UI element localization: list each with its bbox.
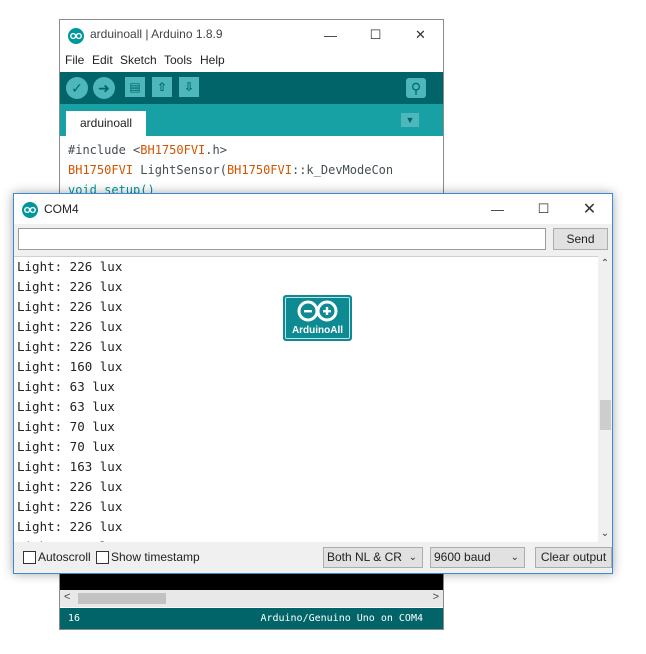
code-token: BH1750FVI <box>140 143 206 157</box>
serial-line: Light: 226 lux <box>17 319 123 334</box>
tab-menu-icon[interactable]: ▼ <box>401 113 419 127</box>
vertical-scrollbar[interactable]: ⌃ ⌄ <box>598 256 612 541</box>
serial-line: Light: 226 lux <box>17 339 123 354</box>
upload-icon[interactable]: ➜ <box>93 77 115 99</box>
serial-line: Light: 163 lux <box>17 459 123 474</box>
serial-line: Light: 63 lux <box>17 379 115 394</box>
baud-rate-value: 9600 baud <box>434 550 491 564</box>
serial-output-lines: Light: 226 lux Light: 226 lux Light: 226 l… <box>17 257 122 542</box>
serial-titlebar[interactable]: COM4 — ☐ ✕ <box>14 194 612 224</box>
save-sketch-icon[interactable]: ⇩ <box>179 77 199 97</box>
code-token: ::k_DevModeCon <box>291 163 394 177</box>
ide-tabbar: arduinoall ▼ <box>60 104 443 136</box>
code-token: BH1750FVI <box>68 163 134 177</box>
minimize-button[interactable]: — <box>308 20 353 50</box>
tab-arduinoall[interactable]: arduinoall <box>66 111 146 136</box>
line-ending-select[interactable]: Both NL & CR ⌄ <box>323 547 423 568</box>
autoscroll-label: Autoscroll <box>38 550 91 564</box>
code-token: #include < <box>68 143 141 157</box>
status-board: Arduino/Genuino Uno on COM4 <box>260 613 423 624</box>
ide-titlebar[interactable]: arduinoall | Arduino 1.8.9 — ☐ ✕ <box>60 20 443 50</box>
scrollbar-thumb[interactable] <box>78 593 166 604</box>
clear-output-button[interactable]: Clear output <box>535 547 612 568</box>
new-sketch-icon[interactable]: ▤ <box>125 77 145 97</box>
menu-sketch[interactable]: Sketch <box>120 53 157 67</box>
code-token: .h> <box>205 143 227 157</box>
baud-rate-select[interactable]: 9600 baud ⌄ <box>430 547 525 568</box>
menu-edit[interactable]: Edit <box>92 53 113 67</box>
arduino-logo-icon <box>68 28 84 44</box>
infinity-logo-icon <box>297 300 338 322</box>
chevron-down-icon: ⌄ <box>510 552 519 563</box>
serial-send-input[interactable] <box>18 228 546 250</box>
line-ending-value: Both NL & CR <box>327 550 402 564</box>
serial-line: Light: 226 lux <box>17 479 123 494</box>
scroll-right-icon[interactable]: > <box>433 591 439 603</box>
serial-line: Light: 226 lux <box>17 279 123 294</box>
scroll-down-icon[interactable]: ⌄ <box>598 528 612 539</box>
serial-bottom-bar: Autoscroll Show timestamp Both NL & CR ⌄… <box>14 542 612 573</box>
ide-menubar: File Edit Sketch Tools Help <box>60 50 443 72</box>
serial-monitor-icon[interactable]: ⚲ <box>406 78 426 98</box>
show-timestamp-checkbox[interactable] <box>96 551 109 564</box>
scroll-up-icon[interactable]: ⌃ <box>598 258 612 269</box>
ide-console <box>60 574 443 590</box>
menu-tools[interactable]: Tools <box>164 53 192 67</box>
menu-help[interactable]: Help <box>200 53 225 67</box>
minimize-button[interactable]: — <box>475 194 520 224</box>
serial-monitor-window: COM4 — ☐ ✕ Send Light: 226 lux Light: 226… <box>13 193 613 574</box>
maximize-button[interactable]: ☐ <box>353 20 398 50</box>
arduinoall-watermark-logo: ArduinoAll <box>283 295 352 341</box>
code-token: BH1750FVI <box>226 163 292 177</box>
serial-line: Light: 226 lux <box>17 519 123 534</box>
serial-line: Light: 226 lux <box>17 299 123 314</box>
close-button[interactable]: ✕ <box>567 194 612 224</box>
ide-statusbar: 16 Arduino/Genuino Uno on COM4 <box>60 608 443 629</box>
scrollbar-thumb[interactable] <box>600 400 611 430</box>
code-editor[interactable]: #include <BH1750FVI.h> BH1750FVI LightSe… <box>68 140 393 200</box>
serial-line: Light: 63 lux <box>17 399 115 414</box>
serial-line: Light: 70 lux <box>17 439 115 454</box>
autoscroll-checkbox[interactable] <box>23 551 36 564</box>
menu-file[interactable]: File <box>65 53 84 67</box>
code-token: LightSensor( <box>133 163 227 177</box>
chevron-down-icon: ⌄ <box>408 552 417 563</box>
open-sketch-icon[interactable]: ⇧ <box>152 77 172 97</box>
close-button[interactable]: ✕ <box>398 20 443 50</box>
verify-icon[interactable]: ✓ <box>66 77 88 99</box>
serial-line: Light: 226 lux <box>17 499 123 514</box>
scroll-left-icon[interactable]: < <box>64 591 70 603</box>
show-timestamp-label: Show timestamp <box>111 550 200 564</box>
status-line-number: 16 <box>68 613 81 624</box>
horizontal-scrollbar[interactable]: < > <box>60 590 443 607</box>
watermark-text: ArduinoAll <box>291 325 344 336</box>
maximize-button[interactable]: ☐ <box>521 194 566 224</box>
serial-line: Light: 160 lux <box>17 359 123 374</box>
ide-title: arduinoall | Arduino 1.8.9 <box>90 27 223 41</box>
serial-line: Light: 226 lux <box>17 259 123 274</box>
serial-line: Light: 70 lux <box>17 419 115 434</box>
arduino-logo-icon <box>22 202 38 218</box>
ide-toolbar: ✓ ➜ ▤ ⇧ ⇩ ⚲ <box>60 72 443 104</box>
serial-title: COM4 <box>44 202 79 216</box>
send-button[interactable]: Send <box>553 228 608 250</box>
